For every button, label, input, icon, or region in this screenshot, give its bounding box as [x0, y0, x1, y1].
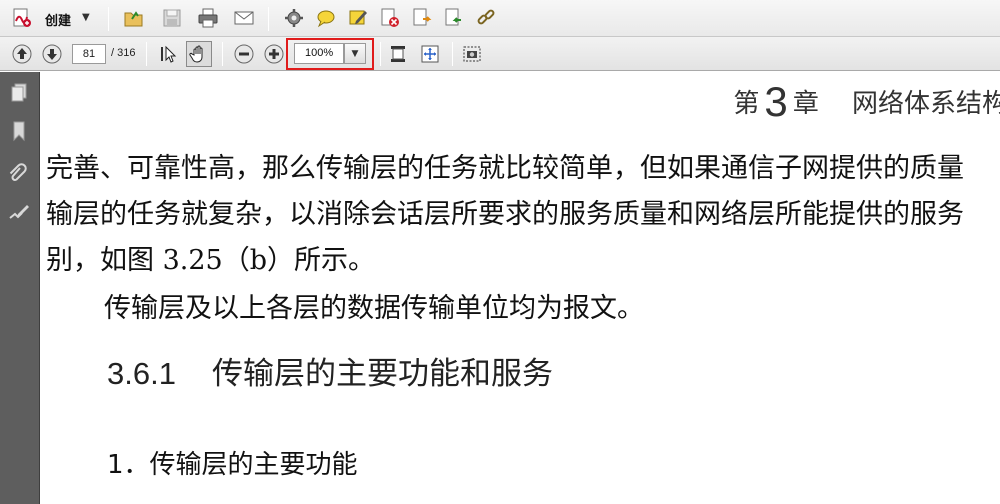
print-icon[interactable] — [196, 6, 220, 30]
navigation-panel — [0, 72, 40, 504]
create-pdf-icon[interactable] — [10, 6, 34, 30]
section-title: 传输层的主要功能和服务 — [211, 356, 553, 392]
fit-width-icon[interactable] — [386, 42, 410, 66]
sticky-note-icon[interactable] — [346, 6, 370, 30]
toolbar-separator — [146, 42, 147, 66]
section-number: 3.6.1 — [107, 356, 176, 391]
zoom-in-icon[interactable] — [262, 42, 286, 66]
select-tool-icon[interactable] — [156, 42, 180, 66]
delete-icon[interactable] — [378, 6, 402, 30]
chapter-number: 3 — [764, 78, 788, 125]
chapter-suffix: 章 — [792, 89, 819, 119]
previous-page-icon[interactable] — [10, 42, 34, 66]
pages-panel-icon[interactable] — [8, 82, 30, 104]
create-menu-label[interactable]: 创建 — [45, 10, 71, 29]
fit-page-icon[interactable] — [418, 42, 442, 66]
toolbar-separator — [380, 42, 381, 66]
email-icon[interactable] — [232, 6, 256, 30]
comment-icon[interactable] — [314, 6, 338, 30]
navigation-toolbar — [0, 37, 1000, 71]
export-icon[interactable] — [410, 6, 434, 30]
chapter-prefix: 第 — [733, 89, 760, 119]
zoom-out-icon[interactable] — [232, 42, 256, 66]
zoom-level-input[interactable]: 100% — [294, 43, 344, 64]
chapter-header: 第 3 章 网络体系结构 — [733, 78, 1000, 126]
body-text-line: 传输层及以上各层的数据传输单位均为报文。 — [104, 293, 644, 324]
open-folder-icon[interactable] — [122, 6, 146, 30]
subsection-heading: 1．传输层的主要功能 — [107, 450, 358, 480]
document-page: 第 3 章 网络体系结构 完善、可靠性高，那么传输层的任务就比较简单，但如果通信… — [41, 72, 1000, 504]
body-text-line: 输层的任务就复杂，以消除会话层所要求的服务质量和网络层所能提供的服务 — [46, 199, 964, 230]
next-page-icon[interactable] — [40, 42, 64, 66]
link-icon[interactable] — [474, 6, 498, 30]
import-icon[interactable] — [442, 6, 466, 30]
page-number-input[interactable]: 81 — [72, 44, 106, 64]
body-text-line: 完善、可靠性高，那么传输层的任务就比较简单，但如果通信子网提供的质量 — [46, 153, 964, 184]
signatures-panel-icon[interactable] — [8, 202, 30, 224]
settings-icon[interactable] — [282, 6, 306, 30]
snapshot-tool-icon[interactable] — [460, 42, 484, 66]
create-menu-caret-icon[interactable]: ▼ — [82, 12, 90, 23]
bookmarks-panel-icon[interactable] — [8, 120, 30, 142]
section-heading: 3.6.1 传输层的主要功能和服务 — [107, 348, 553, 393]
body-text-line: 别，如图 3.25（b）所示。 — [46, 245, 375, 276]
main-toolbar: 创建 ▼ — [0, 0, 1000, 37]
page-total-label: / 316 — [111, 47, 136, 59]
toolbar-separator — [452, 42, 453, 66]
toolbar-separator — [108, 7, 109, 31]
save-icon[interactable] — [160, 6, 184, 30]
toolbar-separator — [222, 42, 223, 66]
chapter-title: 网络体系结构 — [851, 89, 1000, 119]
attachments-panel-icon[interactable] — [8, 162, 30, 184]
zoom-dropdown-arrow-icon[interactable]: ▼ — [344, 43, 366, 64]
toolbar-separator — [268, 7, 269, 31]
hand-tool-icon[interactable] — [186, 41, 212, 67]
